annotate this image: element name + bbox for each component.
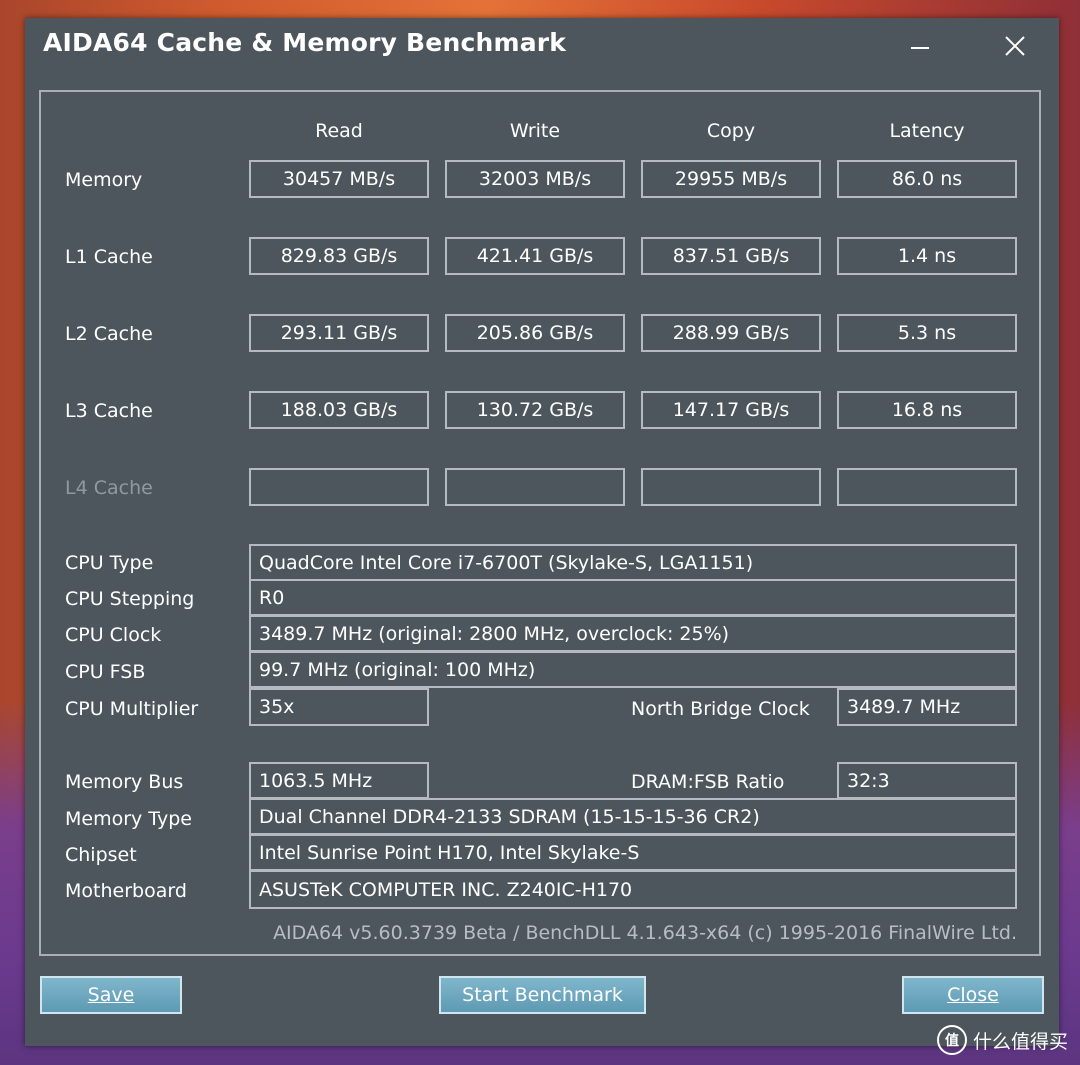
save-button[interactable]: Save <box>40 976 182 1014</box>
header-latency: Latency <box>889 120 965 142</box>
cpu-fsb-label: CPU FSB <box>65 661 146 683</box>
cpu-type-value[interactable]: QuadCore Intel Core i7-6700T (Skylake-S,… <box>249 544 1017 581</box>
l2-read-value[interactable]: 293.11 GB/s <box>249 314 429 352</box>
l4-read-value[interactable] <box>249 468 429 506</box>
dram-fsb-ratio-label: DRAM:FSB Ratio <box>631 771 785 793</box>
chipset-label: Chipset <box>65 844 137 866</box>
north-bridge-clock-label: North Bridge Clock <box>631 698 810 720</box>
l3-latency-value[interactable]: 16.8 ns <box>837 391 1017 429</box>
l1-copy-value[interactable]: 837.51 GB/s <box>641 237 821 275</box>
watermark-logo-icon: 值 <box>936 1025 967 1055</box>
site-watermark: 值 什么值得买 <box>936 1025 1068 1055</box>
save-button-label: Save <box>87 984 135 1006</box>
close-button-label: Close <box>947 984 999 1006</box>
l3-read-value[interactable]: 188.03 GB/s <box>249 391 429 429</box>
memory-bus-value[interactable]: 1063.5 MHz <box>249 762 429 799</box>
l2-write-value[interactable]: 205.86 GB/s <box>445 314 625 352</box>
memory-bus-label: Memory Bus <box>65 771 184 793</box>
window-title: AIDA64 Cache & Memory Benchmark <box>43 28 567 57</box>
row-label-l4-cache: L4 Cache <box>65 477 153 499</box>
header-copy: Copy <box>706 120 756 142</box>
row-label-l3-cache: L3 Cache <box>65 400 153 422</box>
memory-latency-value[interactable]: 86.0 ns <box>837 160 1017 198</box>
l1-read-value[interactable]: 829.83 GB/s <box>249 237 429 275</box>
chipset-value[interactable]: Intel Sunrise Point H170, Intel Skylake-… <box>249 834 1017 871</box>
minimize-icon <box>911 47 929 49</box>
version-footer: AIDA64 v5.60.3739 Beta / BenchDLL 4.1.64… <box>273 922 1017 944</box>
row-label-l1-cache: L1 Cache <box>65 246 153 268</box>
l1-latency-value[interactable]: 1.4 ns <box>837 237 1017 275</box>
l4-write-value[interactable] <box>445 468 625 506</box>
benchmark-window: AIDA64 Cache & Memory Benchmark Read Wri… <box>25 18 1059 1046</box>
start-benchmark-button-label: Start Benchmark <box>462 984 623 1006</box>
cpu-type-label: CPU Type <box>65 552 154 574</box>
start-benchmark-button[interactable]: Start Benchmark <box>439 976 646 1014</box>
cpu-stepping-value[interactable]: R0 <box>249 579 1017 616</box>
memory-read-value[interactable]: 30457 MB/s <box>249 160 429 198</box>
cpu-multiplier-value[interactable]: 35x <box>249 688 429 726</box>
memory-copy-value[interactable]: 29955 MB/s <box>641 160 821 198</box>
cpu-clock-label: CPU Clock <box>65 624 162 646</box>
memory-type-label: Memory Type <box>65 808 192 830</box>
l3-copy-value[interactable]: 147.17 GB/s <box>641 391 821 429</box>
motherboard-label: Motherboard <box>65 880 187 902</box>
l2-latency-value[interactable]: 5.3 ns <box>837 314 1017 352</box>
l3-write-value[interactable]: 130.72 GB/s <box>445 391 625 429</box>
l4-copy-value[interactable] <box>641 468 821 506</box>
watermark-text: 什么值得买 <box>972 1030 1068 1053</box>
l4-latency-value[interactable] <box>837 468 1017 506</box>
close-icon <box>1005 36 1025 56</box>
motherboard-value[interactable]: ASUSTeK COMPUTER INC. Z240IC-H170 <box>249 870 1017 909</box>
l2-copy-value[interactable]: 288.99 GB/s <box>641 314 821 352</box>
north-bridge-clock-value[interactable]: 3489.7 MHz <box>837 688 1017 726</box>
header-read: Read <box>315 120 363 142</box>
close-button[interactable]: Close <box>902 976 1044 1014</box>
cpu-fsb-value[interactable]: 99.7 MHz (original: 100 MHz) <box>249 651 1017 688</box>
l1-write-value[interactable]: 421.41 GB/s <box>445 237 625 275</box>
minimize-button[interactable] <box>900 28 940 64</box>
row-label-l2-cache: L2 Cache <box>65 323 153 345</box>
close-window-button[interactable] <box>995 28 1035 64</box>
row-label-memory: Memory <box>65 169 143 191</box>
dram-fsb-ratio-value[interactable]: 32:3 <box>837 762 1017 799</box>
header-write: Write <box>509 120 561 142</box>
memory-type-value[interactable]: Dual Channel DDR4-2133 SDRAM (15-15-15-3… <box>249 798 1017 835</box>
cpu-clock-value[interactable]: 3489.7 MHz (original: 2800 MHz, overcloc… <box>249 615 1017 652</box>
cpu-multiplier-label: CPU Multiplier <box>65 698 199 720</box>
title-bar: AIDA64 Cache & Memory Benchmark <box>25 18 1059 74</box>
memory-write-value[interactable]: 32003 MB/s <box>445 160 625 198</box>
cpu-stepping-label: CPU Stepping <box>65 588 195 610</box>
